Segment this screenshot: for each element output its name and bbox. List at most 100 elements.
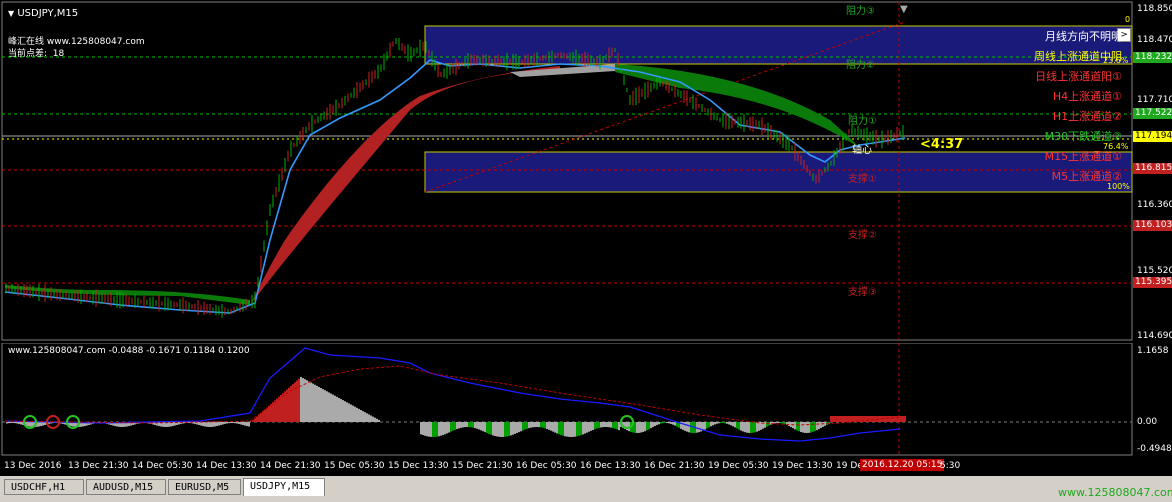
histogram-bar: [208, 422, 210, 427]
histogram-bar: [296, 380, 298, 422]
histogram-bar: [674, 422, 676, 426]
time-axis-label: 14 Dec 13:30: [196, 461, 257, 471]
spread-info: 当前点差: 18: [8, 46, 64, 59]
histogram-bar: [470, 422, 472, 428]
histogram-bar: [322, 389, 324, 422]
histogram-bar: [900, 416, 902, 422]
histogram-bar: [350, 404, 352, 422]
histogram-bar: [202, 422, 204, 427]
histogram-bar: [846, 416, 848, 422]
histogram-bar: [284, 391, 286, 422]
histogram-bar: [796, 422, 798, 431]
histogram-bar: [660, 422, 662, 424]
histogram-bar: [740, 422, 742, 431]
price-axis-label: 118.470: [1137, 35, 1172, 45]
histogram-bar: [754, 422, 756, 433]
time-axis-label: 16 Dec 13:30: [580, 461, 641, 471]
histogram-bar: [438, 422, 440, 437]
menu-arrow-icon[interactable]: ▼: [8, 9, 14, 18]
histogram-bar: [566, 422, 568, 437]
histogram-bar: [206, 422, 208, 427]
histogram-bar: [318, 386, 320, 422]
resistance-3-label: 阻力③: [846, 6, 875, 17]
main-price-chart[interactable]: ▼: [0, 0, 1172, 343]
bar-countdown: <4:37: [920, 137, 964, 152]
support-2-label: 支撑②: [848, 230, 877, 241]
histogram-bar: [428, 422, 430, 437]
histogram-bar: [794, 422, 796, 430]
trend-line-2: 周线上涨通道中阴: [1034, 50, 1122, 63]
histogram-bar: [708, 422, 710, 428]
histogram-bar: [742, 422, 744, 432]
histogram-bar: [458, 422, 460, 429]
histogram-bar: [368, 414, 370, 422]
histogram-bar: [522, 422, 524, 431]
histogram-bar: [836, 416, 838, 422]
histogram-bar: [576, 422, 578, 437]
histogram-bar: [252, 420, 254, 422]
histogram-bar: [12, 422, 14, 424]
histogram-bar: [864, 416, 866, 422]
resistance-1-label: 阻力①: [848, 116, 877, 127]
histogram-bar: [306, 380, 308, 422]
histogram-bar: [246, 422, 248, 427]
histogram-bar: [500, 422, 502, 437]
histogram-bar: [238, 422, 240, 424]
histogram-bar: [282, 393, 284, 422]
tab-eurusd-m5[interactable]: EURUSD,M5: [168, 479, 241, 495]
histogram-bar: [592, 422, 594, 431]
histogram-bar: [308, 381, 310, 422]
tab-usdchf-h1[interactable]: USDCHF,H1: [4, 479, 84, 495]
histogram-bar: [490, 422, 492, 435]
histogram-bar: [310, 382, 312, 422]
histogram-bar: [286, 389, 288, 422]
histogram-bar: [366, 413, 368, 422]
histogram-bar: [450, 422, 452, 432]
histogram-bar: [730, 422, 732, 426]
histogram-bar: [342, 400, 344, 422]
histogram-bar: [598, 422, 600, 428]
watermark: www.125808047.com: [1058, 486, 1172, 499]
histogram-bar: [434, 422, 436, 437]
histogram-bar: [514, 422, 516, 434]
histogram-bar: [494, 422, 496, 436]
histogram-bar: [426, 422, 428, 437]
histogram-bar: [352, 405, 354, 422]
histogram-bar: [866, 416, 868, 422]
histogram-bar: [532, 422, 534, 428]
histogram-bar: [340, 399, 342, 422]
histogram-bar: [338, 397, 340, 422]
histogram-bar: [714, 422, 716, 425]
histogram-bar: [214, 422, 216, 427]
histogram-bar: [650, 422, 652, 429]
histogram-bar: [478, 422, 480, 430]
indicator-chart[interactable]: [0, 343, 1172, 457]
histogram-bar: [258, 414, 260, 422]
histogram-bar: [436, 422, 438, 437]
histogram-bar: [802, 422, 804, 433]
histogram-bar: [568, 422, 570, 437]
tab-audusd-m15[interactable]: AUDUSD,M15: [86, 479, 166, 495]
tab-usdjpy-m15[interactable]: USDJPY,M15: [243, 478, 325, 496]
trend-line-1: 月线方向不明明: [1045, 30, 1122, 43]
histogram-bar: [834, 416, 836, 422]
time-axis-label: 15 Dec 05:30: [324, 461, 385, 471]
histogram-bar: [748, 422, 750, 433]
histogram-bar: [824, 422, 826, 426]
histogram-bar: [476, 422, 478, 429]
histogram-bar: [256, 416, 258, 422]
histogram-bar: [744, 422, 746, 433]
histogram-bar: [812, 422, 814, 432]
histogram-bar: [752, 422, 754, 433]
histogram-bar: [460, 422, 462, 428]
histogram-bar: [806, 422, 808, 433]
histogram-bar: [502, 422, 504, 437]
histogram-bar: [808, 422, 810, 433]
histogram-bar: [706, 422, 708, 429]
histogram-bar: [452, 422, 454, 431]
svg-text:▼: ▼: [900, 4, 908, 15]
histogram-bar: [774, 422, 776, 424]
histogram-bar: [332, 394, 334, 422]
histogram-bar: [276, 398, 278, 422]
histogram-bar: [688, 422, 690, 433]
